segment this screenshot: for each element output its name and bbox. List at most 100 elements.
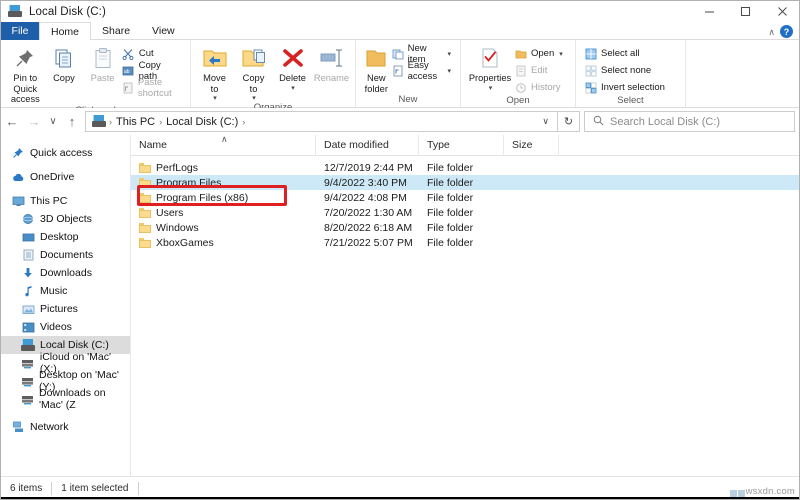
sidebar-item-label: Quick access [30, 147, 92, 159]
sidebar-item-downloads[interactable]: Downloads [1, 264, 130, 282]
file-name-label: PerfLogs [156, 162, 198, 174]
easy-access-button[interactable]: Easy access ▾ [392, 63, 455, 78]
copy-to-button[interactable]: Copy to ▾ [235, 43, 272, 102]
rename-button[interactable]: Rename [313, 43, 350, 84]
sidebar-item-music[interactable]: Music [1, 282, 130, 300]
move-to-button[interactable]: Move to ▾ [196, 43, 233, 102]
path-dropdown-icon[interactable]: ∨ [537, 116, 554, 127]
table-row[interactable]: PerfLogs 12/7/2019 2:44 PM File folder [131, 160, 800, 175]
back-button[interactable]: ← [1, 111, 23, 133]
history-button[interactable]: History [514, 80, 567, 95]
invert-selection-button[interactable]: Invert selection [584, 80, 669, 95]
sidebar-item-downloads-on-mac-z[interactable]: Downloads on 'Mac' (Z [1, 390, 130, 408]
open-button[interactable]: Open ▾ [514, 46, 567, 61]
sidebar-item-label: This PC [30, 195, 67, 207]
refresh-button[interactable]: ↻ [558, 111, 580, 132]
copy-to-caret-icon[interactable]: ▾ [252, 94, 256, 102]
ribbon-group-new: New folder New item ▾ [356, 40, 461, 107]
select-none-button[interactable]: Select none [584, 63, 669, 78]
network-drive-icon [21, 374, 34, 388]
sidebar-item-3d-objects[interactable]: 3D Objects [1, 210, 130, 228]
copy-to-icon [241, 45, 267, 71]
breadcrumb[interactable]: › This PC › Local Disk (C:) › ∨ [85, 111, 558, 132]
file-name-cell: Users [131, 207, 316, 219]
title-bar: Local Disk (C:) [1, 1, 800, 22]
open-caret-icon[interactable]: ▾ [559, 50, 563, 58]
up-button[interactable]: ↑ [61, 111, 83, 133]
network-icon [11, 420, 25, 434]
breadcrumb-local-disk[interactable]: Local Disk (C:) [162, 116, 242, 128]
svg-text:ab: ab [124, 69, 130, 75]
easy-access-caret-icon[interactable]: ▾ [447, 67, 451, 75]
column-header-date-modified[interactable]: Date modified [316, 135, 419, 156]
new-item-caret-icon[interactable]: ▾ [447, 50, 451, 58]
file-type-cell: File folder [419, 162, 504, 174]
recent-locations-icon[interactable]: ∨ [45, 111, 61, 133]
folder-icon [139, 208, 151, 218]
history-label: History [531, 82, 561, 93]
file-name-label: Program Files (x86) [156, 192, 248, 204]
content-area: Quick access OneDrive [1, 135, 800, 478]
file-date-cell: 7/21/2022 5:07 PM [316, 237, 419, 249]
open-label: Open [531, 48, 554, 59]
rename-icon [319, 45, 345, 71]
network-drive-icon [21, 356, 35, 370]
sidebar-item-onedrive[interactable]: OneDrive [1, 168, 130, 186]
file-date-cell: 8/20/2022 6:18 AM [316, 222, 419, 234]
table-row[interactable]: Windows 8/20/2022 6:18 AM File folder [131, 220, 800, 235]
sidebar-item-label: Downloads [40, 267, 92, 279]
column-header-type[interactable]: Type [419, 135, 504, 156]
edit-button[interactable]: Edit [514, 63, 567, 78]
select-all-button[interactable]: Select all [584, 46, 669, 61]
sidebar-item-this-pc[interactable]: This PC [1, 192, 130, 210]
delete-button[interactable]: Delete ▾ [274, 43, 311, 92]
column-header-name[interactable]: Name ∧ [131, 135, 316, 156]
move-to-caret-icon[interactable]: ▾ [213, 94, 217, 102]
sidebar-item-quick-access[interactable]: Quick access [1, 144, 130, 162]
paste-button[interactable]: Paste [83, 43, 122, 84]
table-row[interactable]: Program Files 9/4/2022 3:40 PM File fold… [131, 175, 800, 190]
address-bar: ← → ∨ ↑ › This PC › Local Disk (C:) › ∨ … [1, 108, 800, 135]
minimize-button[interactable] [691, 1, 727, 22]
sidebar-item-pictures[interactable]: Pictures [1, 300, 130, 318]
file-name-cell: Program Files (x86) [131, 192, 316, 204]
tab-home[interactable]: Home [39, 22, 91, 41]
tab-view[interactable]: View [141, 22, 186, 40]
history-icon [514, 81, 527, 94]
search-icon [593, 113, 604, 131]
file-type-cell: File folder [419, 192, 504, 204]
breadcrumb-this-pc[interactable]: This PC [112, 116, 159, 128]
sidebar-item-videos[interactable]: Videos [1, 318, 130, 336]
breadcrumb-separator[interactable]: › [242, 117, 245, 127]
file-rows: PerfLogs 12/7/2019 2:44 PM File folder P… [131, 156, 800, 250]
file-name-label: Users [156, 207, 183, 219]
new-folder-button[interactable]: New folder [361, 43, 392, 94]
sidebar-item-network[interactable]: Network [1, 418, 130, 436]
file-date-cell: 12/7/2019 2:44 PM [316, 162, 419, 174]
help-icon[interactable]: ? [780, 25, 793, 38]
column-header-size[interactable]: Size [504, 135, 559, 156]
copy-button[interactable]: Copy [45, 43, 84, 84]
delete-caret-icon[interactable]: ▾ [291, 84, 295, 92]
table-row[interactable]: XboxGames 7/21/2022 5:07 PM File folder [131, 235, 800, 250]
search-input[interactable]: Search Local Disk (C:) [584, 111, 795, 132]
collapse-ribbon-icon[interactable]: ∧ [768, 27, 775, 38]
paste-shortcut-button[interactable]: Paste shortcut [122, 80, 185, 95]
table-row[interactable]: Users 7/20/2022 1:30 AM File folder [131, 205, 800, 220]
forward-button[interactable]: → [23, 111, 45, 133]
maximize-button[interactable] [727, 1, 763, 22]
documents-icon [21, 248, 35, 262]
table-row[interactable]: Program Files (x86) 9/4/2022 4:08 PM Fil… [131, 190, 800, 205]
tab-share[interactable]: Share [91, 22, 141, 40]
sidebar-item-desktop[interactable]: Desktop [1, 228, 130, 246]
close-button[interactable] [763, 1, 800, 22]
sidebar-item-documents[interactable]: Documents [1, 246, 130, 264]
pin-to-quick-access-button[interactable]: Pin to Quick access [6, 43, 45, 105]
move-to-label: Move to [203, 73, 226, 94]
properties-button[interactable]: Properties ▾ [466, 43, 514, 92]
file-type-cell: File folder [419, 237, 504, 249]
properties-caret-icon[interactable]: ▾ [489, 84, 493, 92]
tab-file[interactable]: File [1, 22, 39, 40]
cloud-icon [11, 170, 25, 184]
select-all-label: Select all [601, 48, 640, 59]
